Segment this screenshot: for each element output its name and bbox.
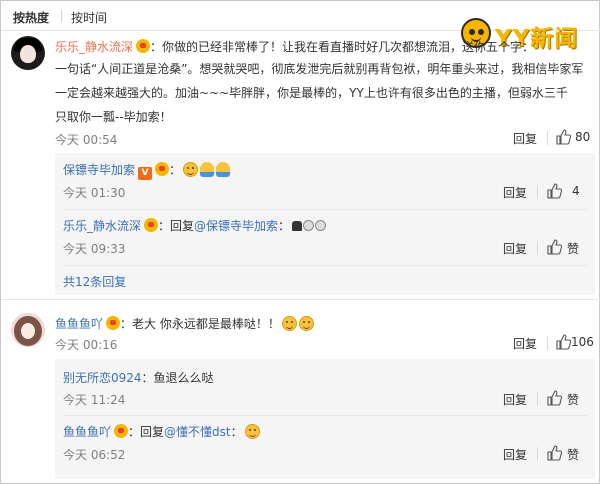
- avatar[interactable]: [11, 313, 45, 347]
- username-link[interactable]: 别无所恋0924: [63, 371, 142, 385]
- reply-button[interactable]: 回复: [513, 130, 537, 147]
- username-link[interactable]: 乐乐_静水流深: [55, 40, 133, 54]
- avatar[interactable]: [11, 36, 45, 70]
- like-thumb-icon[interactable]: [555, 129, 571, 145]
- mention-link[interactable]: @保镖寺毕加索: [194, 219, 278, 233]
- username-link[interactable]: 鱼鱼鱼吖: [63, 425, 111, 439]
- face-emoji-icon: [303, 220, 315, 231]
- reply-button[interactable]: 回复: [503, 391, 527, 408]
- comment-text: 一定会越来越强大的。加油~~~毕胖胖，你是最棒的，YY上也许有很多出色的主播，但…: [55, 86, 568, 100]
- divider: [537, 185, 538, 199]
- like-label: 赞: [567, 242, 580, 256]
- more-replies-link[interactable]: 共12条回复: [63, 273, 126, 290]
- like-thumb-icon[interactable]: [555, 334, 571, 350]
- like-count: 80: [575, 130, 591, 144]
- divider: [63, 265, 587, 266]
- comment-panel: 按热度 按时间 YY新闻 乐乐_静水流深 ：你做的已经非常棒了！让我在看直播时好几…: [0, 0, 600, 484]
- hug-emoji-icon: [200, 162, 215, 177]
- like-thumb-icon[interactable]: [546, 183, 562, 199]
- timestamp: 今天 00:16: [55, 338, 118, 352]
- comment-text: 只取你一瓢--毕加索！: [55, 110, 172, 124]
- member-badge-icon: [136, 39, 151, 53]
- member-badge-icon: [106, 316, 121, 330]
- divider: [537, 392, 538, 406]
- thumbs-up-emoji-icon: [292, 221, 303, 231]
- like-count: 4: [572, 184, 580, 198]
- laugh-emoji-icon: [281, 316, 297, 331]
- reply-text: ：回复: [158, 219, 195, 233]
- comment-line: 鱼鱼鱼吖 ：老大 你永远都是最棒哒！！: [55, 315, 314, 332]
- timestamp: 今天 09:33: [63, 242, 126, 256]
- sort-by-hot-tab[interactable]: 按热度: [13, 9, 49, 26]
- reply-button[interactable]: 回复: [503, 184, 527, 201]
- username-link[interactable]: 乐乐_静水流深: [63, 219, 141, 233]
- reply-text: ：: [169, 163, 182, 177]
- sort-by-time-tab[interactable]: 按时间: [71, 9, 107, 26]
- smirk-emoji-icon: [244, 424, 260, 439]
- timestamp: 今天 01:30: [63, 186, 126, 200]
- reply-text: ：: [278, 219, 291, 233]
- divider: [1, 299, 600, 300]
- timestamp: 今天 11:24: [63, 393, 126, 407]
- like-thumb-icon[interactable]: [546, 445, 562, 461]
- comment-text: ：你做的已经非常棒了！让我在看直播时好几次都想流泪，送你五个字：: [150, 40, 535, 54]
- timestamp: 今天 06:52: [63, 448, 126, 462]
- like-label: 赞: [567, 448, 580, 462]
- reply-button[interactable]: 回复: [503, 446, 527, 463]
- reply-text: ：鱼退么么哒: [141, 371, 214, 385]
- reply-button[interactable]: 回复: [513, 335, 537, 352]
- member-badge-icon: [114, 424, 129, 438]
- reply-line: 别无所恋0924：鱼退么么哒: [63, 369, 214, 386]
- hug-emoji-icon: [216, 162, 231, 177]
- mention-link[interactable]: @懂不懂dst: [164, 425, 231, 439]
- reply-text: ：: [230, 425, 243, 439]
- comment-text: ：老大 你永远都是最棒哒！！: [120, 317, 280, 331]
- reply-line: 鱼鱼鱼吖 ：回复@懂不懂dst：: [63, 423, 260, 440]
- like-thumb-icon[interactable]: [546, 239, 562, 255]
- timestamp: 今天 00:54: [55, 133, 118, 147]
- divider: [547, 131, 548, 145]
- divider: [63, 415, 587, 416]
- like-label: 赞: [567, 393, 580, 407]
- member-badge-icon: [144, 218, 159, 232]
- comment-text: 一句话“人间正道是沧桑”。想哭就哭吧，彻底发泄完后就别再背包袱，明年重头来过，我…: [55, 62, 584, 76]
- reply-line: 乐乐_静水流深 ：回复@保镖寺毕加索：: [63, 217, 327, 234]
- comment-line: 乐乐_静水流深 ：你做的已经非常棒了！让我在看直播时好几次都想流泪，送你五个字：: [55, 38, 534, 55]
- username-link[interactable]: 保镖寺毕加索: [63, 163, 135, 177]
- like-thumb-icon[interactable]: [546, 390, 562, 406]
- reply-button[interactable]: 回复: [503, 240, 527, 257]
- face-emoji-icon: [315, 220, 327, 231]
- reply-list: 别无所恋0924：鱼退么么哒 今天 11:24 回复 赞 鱼鱼鱼吖 ：回复@懂不懂…: [55, 359, 595, 479]
- username-link[interactable]: 鱼鱼鱼吖: [55, 317, 103, 331]
- laugh-emoji-icon: [298, 316, 314, 331]
- verified-v-icon: V: [138, 167, 153, 180]
- reply-line: 保镖寺毕加索 V ：: [63, 161, 231, 180]
- reply-list: 保镖寺毕加索 V： 今天 01:30 回复 4 乐乐_静水流深 ：回复@保镖寺毕加索…: [55, 153, 595, 295]
- divider: [63, 209, 587, 210]
- divider: [537, 241, 538, 255]
- reply-text: ：回复: [128, 425, 165, 439]
- sort-divider: [61, 10, 62, 22]
- divider: [547, 336, 548, 350]
- divider: [537, 447, 538, 461]
- member-badge-icon: [155, 162, 170, 176]
- like-count: 106: [571, 335, 594, 349]
- grin-emoji-icon: [183, 162, 199, 177]
